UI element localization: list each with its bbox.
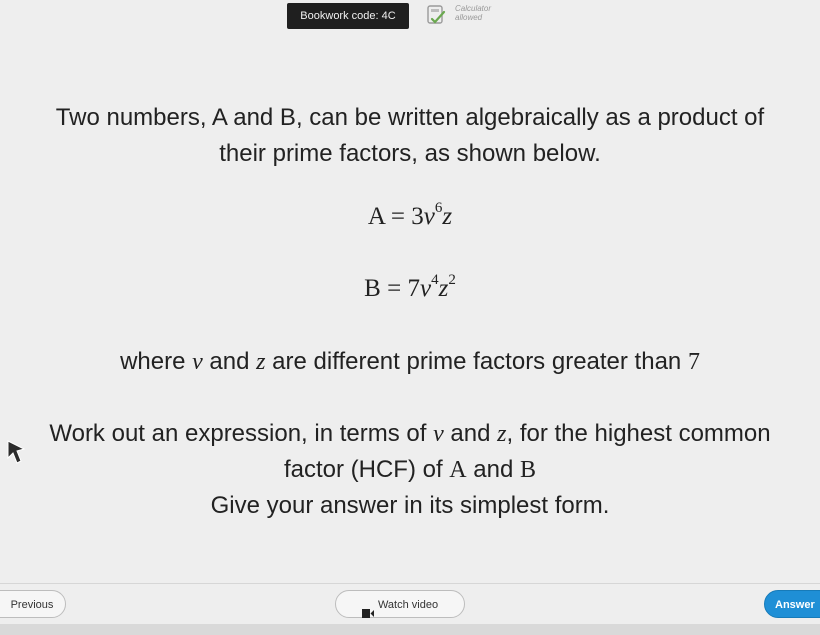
intro-line-1: Two numbers, A and B, can be written alg…	[55, 104, 765, 131]
answer-button[interactable]: Answer	[764, 590, 820, 618]
bottom-strip	[0, 624, 820, 635]
eq-a-equals: =	[390, 203, 405, 230]
where-and: and	[202, 348, 257, 375]
top-bar: Bookwork code: 4C Calculator allowed	[0, 0, 820, 40]
equation-a: A = 3v6z	[0, 201, 820, 231]
eq-b-var-v: v	[419, 275, 432, 302]
task-var-v: v	[433, 421, 444, 447]
watch-video-label: Watch video	[377, 599, 439, 611]
task-part1: Work out an expression, in terms of	[49, 420, 434, 447]
watch-video-button[interactable]: Watch video	[335, 590, 465, 618]
where-var-v: v	[192, 349, 203, 375]
calculator-allowed-label: Calculator allowed	[455, 4, 491, 22]
calculator-check-icon	[426, 4, 446, 26]
eq-b-exp-z: 2	[448, 272, 456, 288]
task-line-3: Give your answer in its simplest form.	[210, 492, 610, 519]
question-intro: Two numbers, A and B, can be written alg…	[0, 100, 820, 172]
where-statement: where v and z are different prime factor…	[0, 344, 820, 380]
eq-a-var-v: v	[423, 203, 435, 230]
task-line2-prefix: factor (HCF) of	[283, 456, 450, 483]
footer-divider	[0, 583, 820, 584]
bookwork-code-badge: Bookwork code: 4C	[287, 3, 409, 29]
calculator-label-line2: allowed	[455, 13, 483, 22]
task-part2: , for the highest common	[506, 420, 771, 447]
eq-a-lhs: A	[367, 203, 385, 230]
task-instructions: Work out an expression, in terms of v an…	[0, 416, 820, 524]
video-icon	[361, 601, 374, 618]
task-line2-and: and	[466, 456, 521, 483]
eq-b-coefficient: 7	[407, 275, 420, 302]
eq-a-coefficient: 3	[411, 203, 424, 230]
equation-b: B = 7v4z2	[0, 272, 820, 303]
eq-b-equals: =	[387, 275, 402, 302]
answer-label: Answer	[775, 599, 815, 611]
where-prefix: where	[120, 348, 193, 375]
task-line-2: factor (HCF) of A and B	[0, 452, 820, 488]
eq-a-var-z: z	[442, 203, 453, 230]
intro-line-2: their prime factors, as shown below.	[219, 140, 601, 167]
task-b: B	[520, 457, 537, 483]
eq-b-lhs: B	[364, 275, 381, 302]
footer-bar: Previous Watch video Answer	[0, 590, 820, 620]
task-a: A	[449, 457, 467, 483]
previous-label: Previous	[10, 599, 54, 611]
eq-b-var-z: z	[438, 275, 449, 302]
task-line-1: Work out an expression, in terms of v an…	[0, 416, 820, 452]
calculator-label-line1: Calculator	[455, 4, 492, 13]
eq-b-exp-v: 4	[431, 272, 439, 288]
where-number: 7	[687, 349, 700, 375]
previous-button[interactable]: Previous	[0, 590, 66, 618]
where-var-z: z	[256, 349, 266, 375]
where-suffix: are different prime factors greater than	[265, 348, 688, 375]
task-and: and	[443, 420, 498, 447]
